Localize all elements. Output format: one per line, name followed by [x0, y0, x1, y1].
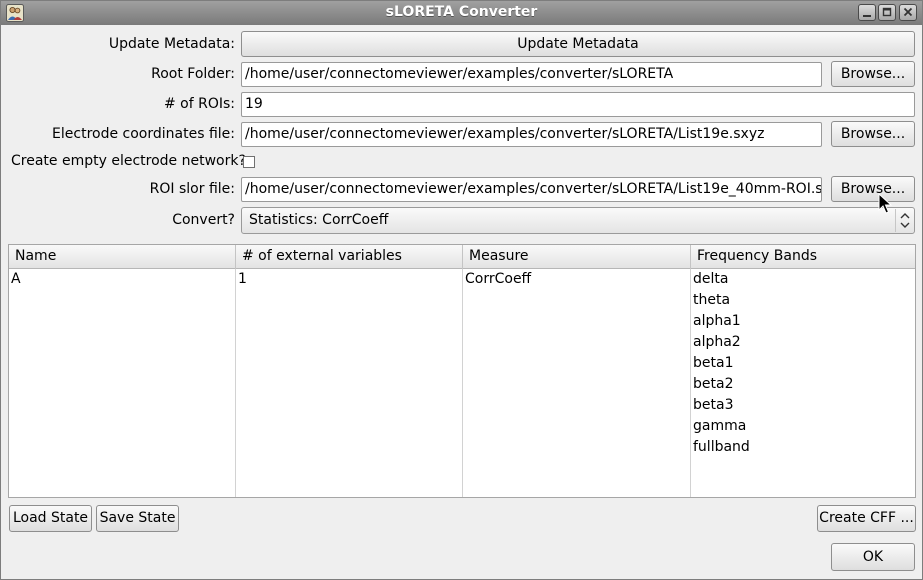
row-name-cell: A [11, 271, 21, 287]
mouse-pointer-icon [878, 193, 892, 214]
column-header-name[interactable]: Name [9, 245, 236, 269]
roi-slor-field[interactable]: /home/user/connectomeviewer/examples/con… [241, 177, 822, 202]
convert-select[interactable]: Statistics: CorrCoeff [241, 207, 915, 234]
roi-slor-browse-button[interactable]: Browse... [831, 176, 915, 202]
window-title: sLORETA Converter [385, 4, 538, 20]
band-item: alpha1 [693, 313, 741, 329]
column-measure [463, 269, 691, 497]
minimize-button[interactable] [858, 4, 876, 21]
electrode-file-field[interactable]: /home/user/connectomeviewer/examples/con… [241, 122, 822, 147]
convert-select-value: Statistics: CorrCoeff [249, 212, 389, 228]
maximize-button[interactable] [878, 4, 896, 21]
num-rois-label: # of ROIs: [163, 96, 235, 112]
root-folder-label: Root Folder: [151, 66, 235, 82]
column-header-frequency-bands[interactable]: Frequency Bands [691, 245, 915, 269]
convert-label: Convert? [172, 212, 235, 228]
roi-slor-label: ROI slor file: [149, 181, 235, 197]
band-item: beta3 [693, 397, 734, 413]
row-frequency-bands-cell: delta theta alpha1 alpha2 beta1 beta2 be… [693, 269, 750, 458]
minimize-icon [863, 15, 871, 17]
band-item: gamma [693, 418, 747, 434]
converter-window: sLORETA Converter Update Metadata: Updat… [0, 0, 923, 580]
close-button[interactable] [899, 4, 917, 21]
combo-arrows-icon [895, 209, 913, 232]
title-bar[interactable]: sLORETA Converter [1, 1, 922, 25]
electrode-file-label: Electrode coordinates file: [52, 126, 235, 142]
maximize-icon [882, 7, 892, 17]
band-item: beta2 [693, 376, 734, 392]
column-external-vars [236, 269, 463, 497]
close-icon [903, 7, 913, 17]
row-measure-cell: CorrCoeff [465, 271, 532, 287]
empty-network-checkbox[interactable] [243, 156, 255, 168]
table-header: Name # of external variables Measure Fre… [9, 245, 915, 269]
empty-network-label: Create empty electrode network? [11, 153, 246, 169]
row-external-vars-cell: 1 [238, 271, 247, 287]
ok-button[interactable]: OK [831, 543, 915, 571]
column-header-external-vars[interactable]: # of external variables [236, 245, 463, 269]
column-name [9, 269, 236, 497]
update-metadata-label: Update Metadata: [108, 36, 235, 52]
load-state-button[interactable]: Load State [9, 505, 92, 532]
save-state-button[interactable]: Save State [96, 505, 179, 532]
num-rois-field[interactable]: 19 [241, 92, 915, 117]
root-folder-browse-button[interactable]: Browse... [831, 61, 915, 87]
update-metadata-button[interactable]: Update Metadata [241, 31, 915, 57]
band-item: fullband [693, 439, 750, 455]
column-header-measure[interactable]: Measure [463, 245, 691, 269]
band-item: alpha2 [693, 334, 741, 350]
electrode-file-browse-button[interactable]: Browse... [831, 121, 915, 147]
bands-table[interactable]: Name # of external variables Measure Fre… [8, 244, 916, 498]
band-item: theta [693, 292, 731, 308]
root-folder-field[interactable]: /home/user/connectomeviewer/examples/con… [241, 62, 822, 87]
band-item: beta1 [693, 355, 734, 371]
band-item: delta [693, 271, 729, 287]
create-cff-button[interactable]: Create CFF ... [817, 505, 916, 532]
